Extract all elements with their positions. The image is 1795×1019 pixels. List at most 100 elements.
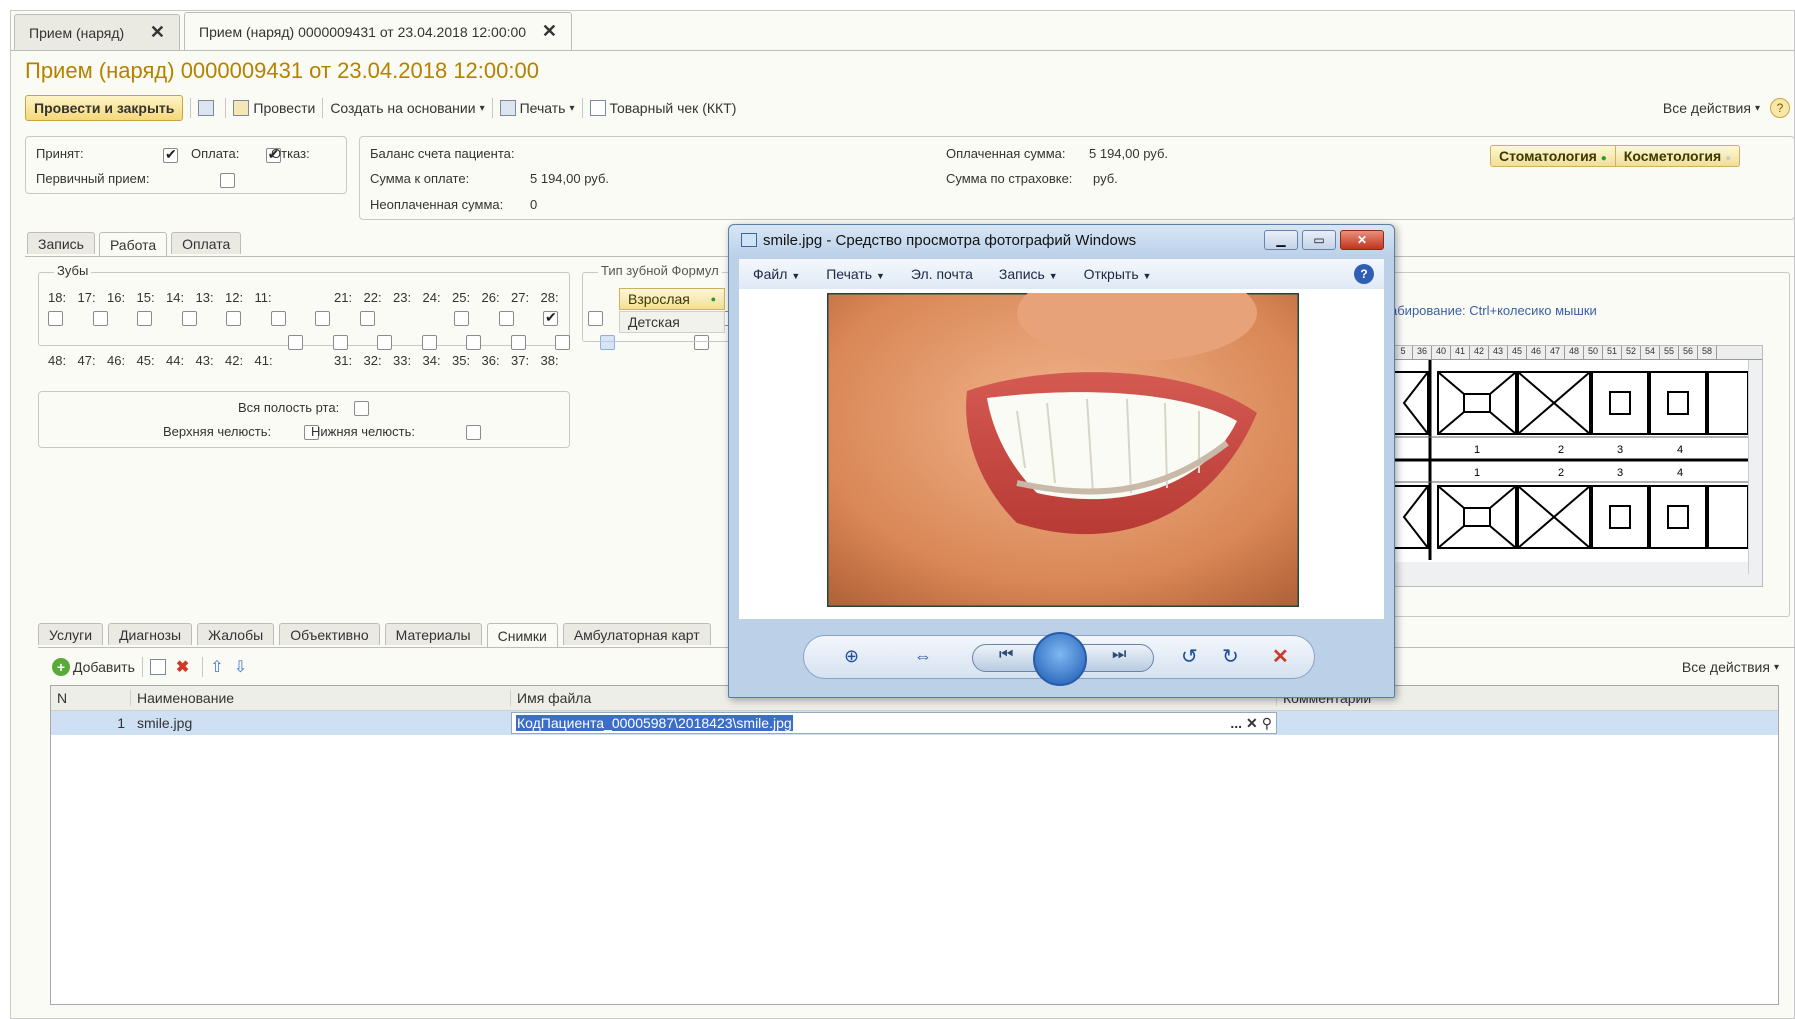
formula-child-button[interactable]: Детская (619, 311, 725, 333)
rotate-right-icon[interactable]: ↻ (1222, 644, 1239, 669)
accepted-checkbox[interactable] (163, 146, 178, 164)
post-button[interactable]: Провести (253, 100, 315, 116)
save-icon[interactable] (198, 100, 215, 116)
viewer-titlebar[interactable]: smile.jpg - Средство просмотра фотографи… (729, 225, 1394, 255)
tab-zapis[interactable]: Запись (27, 232, 95, 254)
tooth-checkbox[interactable] (181, 311, 197, 327)
tab-materials[interactable]: Материалы (384, 623, 482, 645)
slideshow-button[interactable] (1033, 632, 1087, 686)
choose-file-button[interactable]: ... (1230, 715, 1242, 731)
tooth-checkbox[interactable] (270, 311, 286, 327)
tooth-checkbox[interactable] (454, 311, 469, 327)
tab-document[interactable]: Прием (наряд) 0000009431 от 23.04.2018 1… (184, 12, 572, 50)
maximize-icon[interactable]: ▭ (1302, 230, 1336, 250)
tooth-checkbox[interactable] (226, 311, 241, 327)
fit-window-icon[interactable]: ⇔ (914, 646, 932, 667)
tooth-label: 25: (452, 290, 471, 305)
tab-list[interactable]: Прием (наряд) ✕ (14, 14, 180, 50)
tab-images[interactable]: Снимки (486, 623, 558, 647)
delete-icon[interactable]: ✖ (176, 657, 189, 677)
menu-burn[interactable]: Запись ▼ (999, 266, 1058, 282)
menu-print[interactable]: Печать ▼ (826, 266, 885, 282)
tab-diagnoses[interactable]: Диагнозы (108, 623, 193, 645)
tooth-checkbox[interactable] (498, 311, 514, 327)
rotate-left-icon[interactable]: ↺ (1181, 644, 1198, 669)
minimize-icon[interactable]: ▁ (1264, 230, 1298, 250)
tooth-checkbox[interactable] (137, 311, 152, 327)
tooth-checkbox[interactable] (466, 335, 481, 351)
tooth-checkbox[interactable] (543, 309, 558, 327)
tooth-checkbox[interactable] (421, 335, 437, 351)
delete-photo-icon[interactable]: ✕ (1272, 644, 1289, 669)
move-down-icon[interactable]: ⇩ (234, 657, 247, 677)
close-window-icon[interactable]: ✕ (1340, 230, 1384, 250)
help-icon[interactable]: ? (1354, 264, 1374, 284)
upper-jaw-label: Верхняя челюсть: (163, 424, 272, 439)
tooth-checkbox[interactable] (288, 335, 303, 351)
tab-outpatient-card[interactable]: Амбулаторная карт (562, 623, 711, 645)
close-icon[interactable]: ✕ (542, 21, 557, 42)
tooth-chart-number: 3 (1617, 467, 1623, 479)
next-icon[interactable]: ⏭ (1112, 646, 1126, 664)
tooth-checkbox[interactable] (359, 311, 375, 327)
lower-jaw-checkbox[interactable] (466, 425, 482, 441)
tooth-chart-number: 2 (1558, 444, 1564, 456)
tooth-column-label: 52 (1622, 346, 1641, 359)
tooth-checkbox[interactable] (377, 335, 392, 351)
tooth-chart-scrollbar[interactable] (1748, 360, 1762, 574)
copy-icon[interactable] (149, 659, 166, 675)
formula-adult-button[interactable]: Взрослая ● (619, 288, 725, 310)
tooth-label: 28: (540, 290, 559, 305)
tooth-checkbox[interactable] (92, 311, 108, 327)
viewer-menubar: Файл ▼ Печать ▼ Эл. почта Запись ▼ Откры… (739, 259, 1384, 289)
whole-mouth-checkbox[interactable] (354, 401, 369, 417)
tab-complaints[interactable]: Жалобы (197, 623, 275, 645)
menu-open[interactable]: Открыть ▼ (1084, 266, 1152, 282)
specialty-switch: Стоматология ● Косметология ● (1490, 145, 1741, 167)
clear-icon[interactable]: ✕ (1246, 715, 1258, 732)
post-and-close-button[interactable]: Провести и закрыть (25, 95, 184, 121)
separator (491, 98, 493, 118)
tooth-checkbox[interactable] (555, 335, 570, 351)
paid-label: Оплаченная сумма: (946, 146, 1066, 161)
add-button[interactable]: Добавить (73, 659, 135, 675)
tooth-label: 47: (77, 353, 96, 368)
formula-type-group: Тип зубной Формул Взрослая ● Детская (582, 263, 742, 342)
specialty-dentistry-label: Стоматология (1499, 148, 1597, 164)
previous-icon[interactable]: ⏮ (999, 646, 1013, 664)
menu-email[interactable]: Эл. почта (911, 266, 973, 282)
smile-photo (827, 293, 1299, 607)
file-input[interactable]: КодПациента_00005987\2018423\smile.jpg .… (511, 712, 1277, 734)
primary-checkbox[interactable] (219, 173, 235, 189)
table-row[interactable]: 1 smile.jpg КодПациента_00005987\2018423… (51, 711, 1778, 735)
tooth-checkbox[interactable] (510, 335, 526, 351)
tab-services[interactable]: Услуги (38, 623, 104, 645)
tab-rabota[interactable]: Работа (98, 232, 168, 256)
zoom-icon[interactable]: ⊕ (844, 646, 859, 667)
receipt-button[interactable]: Товарный чек (ККТ) (610, 100, 737, 116)
specialty-dentistry[interactable]: Стоматология ● (1490, 145, 1616, 167)
create-basis-button[interactable]: Создать на основании (330, 100, 475, 116)
area-group: Вся полость рта: Верхняя челюсть: Нижняя… (38, 391, 570, 448)
formula-type-legend: Тип зубной Формул (598, 263, 722, 278)
help-icon[interactable]: ? (1770, 98, 1790, 118)
tab-list-label: Прием (наряд) (29, 24, 125, 41)
printer-icon (499, 100, 516, 116)
menu-file[interactable]: Файл ▼ (753, 266, 800, 282)
move-up-icon[interactable]: ⇧ (210, 657, 223, 677)
all-actions-button[interactable]: Все действия (1663, 100, 1751, 116)
tooth-checkbox[interactable] (315, 311, 330, 327)
search-icon[interactable]: ⚲ (1262, 715, 1272, 732)
chevron-down-icon: ▼ (876, 271, 885, 281)
lower-jaw-label: Нижняя челюсть: (311, 424, 415, 439)
tab-objective[interactable]: Объективно (279, 623, 380, 645)
tab-oplata[interactable]: Оплата (171, 232, 242, 254)
close-icon[interactable]: ✕ (150, 22, 165, 43)
tooth-label: 15: (136, 290, 155, 305)
grid-all-actions-button[interactable]: Все действия (1682, 659, 1770, 675)
viewer-app-icon (741, 233, 757, 247)
specialty-cosmetology[interactable]: Косметология ● (1615, 145, 1741, 167)
tooth-checkbox[interactable] (48, 311, 63, 327)
tooth-checkbox[interactable] (332, 335, 348, 351)
print-button[interactable]: Печать (520, 100, 566, 116)
